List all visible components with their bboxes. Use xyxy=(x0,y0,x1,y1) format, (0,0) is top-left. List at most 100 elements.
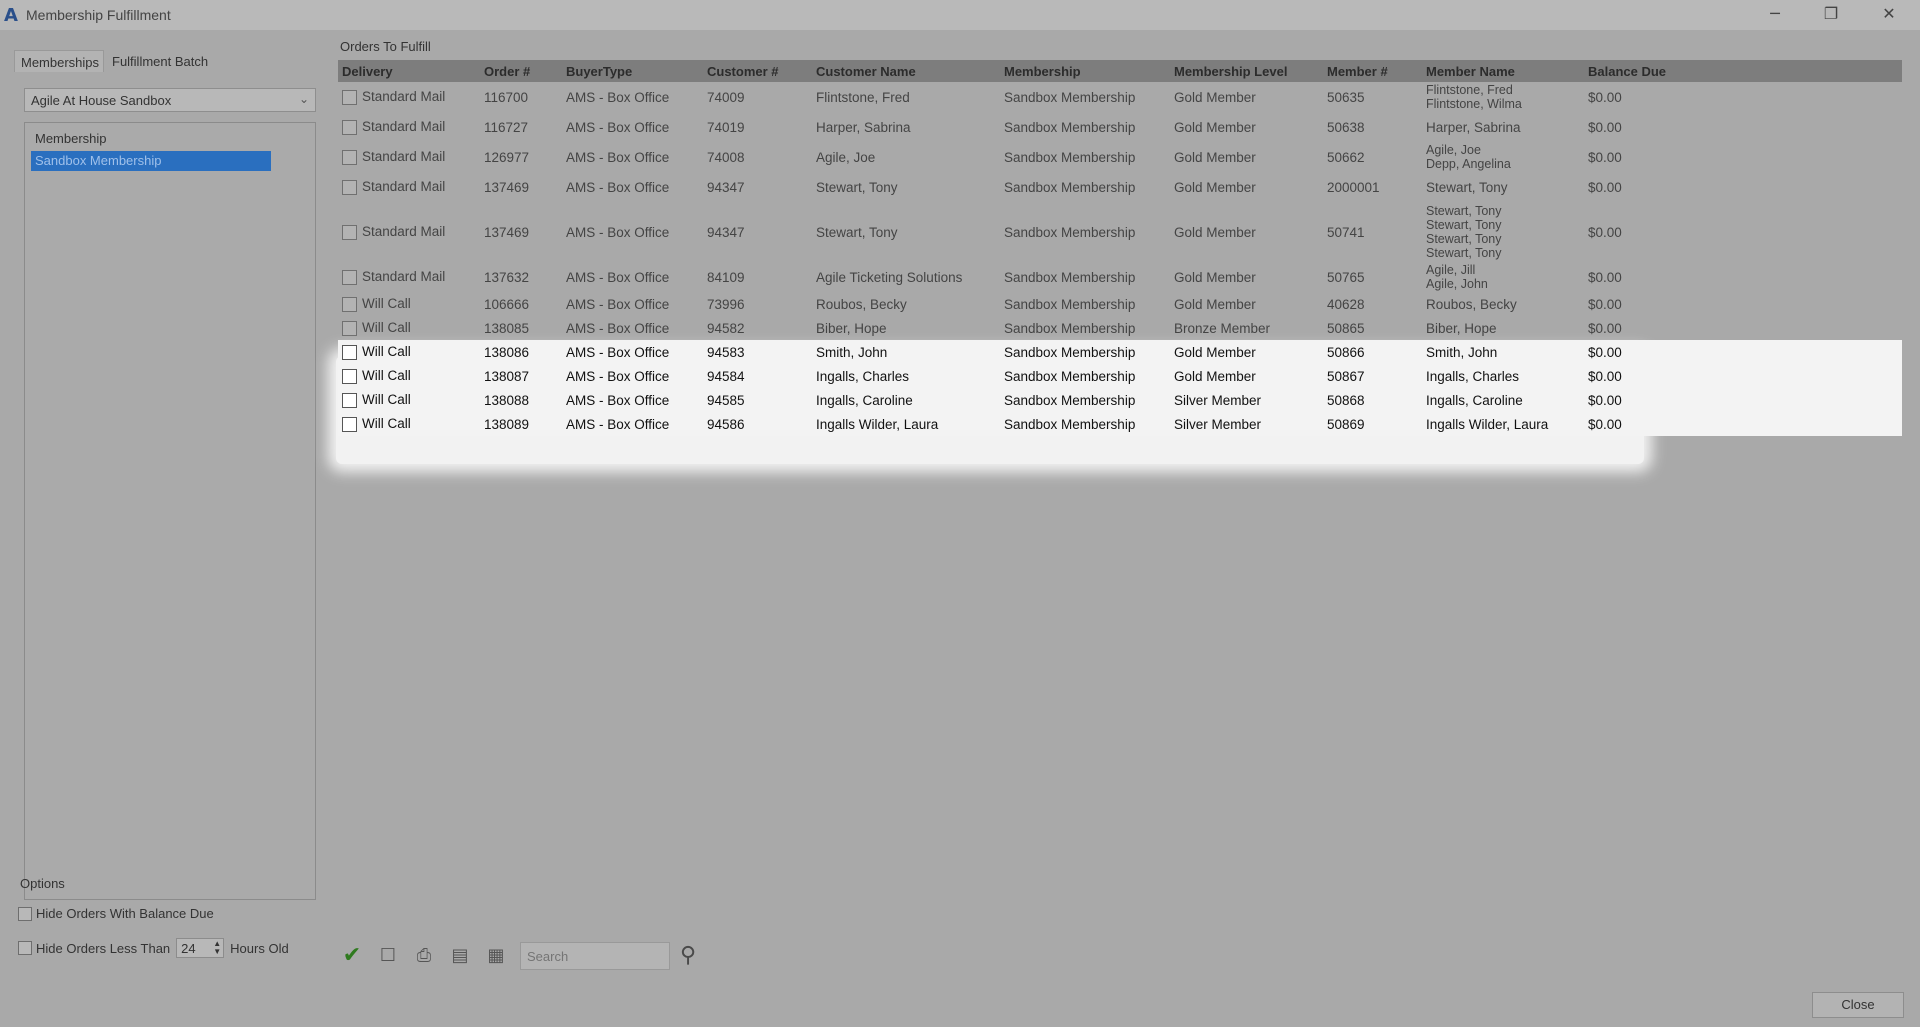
hide-balance-checkbox[interactable] xyxy=(18,906,32,921)
cell-member-number: 50869 xyxy=(1327,416,1365,432)
delivery-text: Will Call xyxy=(362,368,411,384)
cell-membership: Sandbox Membership xyxy=(1004,368,1136,384)
close-button[interactable]: Close xyxy=(1812,992,1904,1018)
table-row[interactable]: Standard Mail 137469 AMS - Box Office 94347… xyxy=(338,172,1902,202)
membership-list[interactable]: Membership Sandbox Membership xyxy=(24,122,316,900)
column-header-customer-name[interactable]: Customer Name xyxy=(812,64,1000,79)
table-row[interactable]: Will Call 138086 AMS - Box Office 94583 Smit… xyxy=(338,340,1902,364)
column-header-customer-number[interactable]: Customer # xyxy=(703,64,812,79)
cell-membership: Sandbox Membership xyxy=(1004,149,1136,165)
tab-fulfillment-batch[interactable]: Fulfillment Batch xyxy=(106,50,226,72)
delivery-text: Standard Mail xyxy=(362,149,446,165)
row-checkbox[interactable] xyxy=(342,368,357,384)
cell-member-number: 50662 xyxy=(1327,149,1365,165)
table-row[interactable]: Standard Mail 126977 AMS - Box Office 74008… xyxy=(338,142,1902,172)
cell-member-number: 50765 xyxy=(1327,269,1365,285)
delivery-text: Will Call xyxy=(362,392,411,408)
list-item-membership[interactable]: Membership xyxy=(31,129,271,149)
column-header-member-number[interactable]: Member # xyxy=(1323,64,1422,79)
cell-customer-name: Smith, John xyxy=(816,344,888,360)
window-title: Membership Fulfillment xyxy=(26,7,171,23)
hide-less-than-checkbox[interactable] xyxy=(18,941,32,955)
export-icon[interactable]: ▦ xyxy=(482,942,510,970)
cell-order-number: 138088 xyxy=(484,392,530,408)
cell-buyer-type: AMS - Box Office xyxy=(566,368,670,384)
row-checkbox[interactable] xyxy=(342,224,357,240)
row-checkbox[interactable] xyxy=(342,392,357,408)
table-row[interactable]: Will Call 138089 AMS - Box Office 94586 Inga… xyxy=(338,412,1902,436)
row-checkbox[interactable] xyxy=(342,344,357,360)
stepper-arrows-icon[interactable]: ▲ ▼ xyxy=(213,940,221,956)
row-checkbox[interactable] xyxy=(342,149,357,165)
table-row[interactable]: Standard Mail 137469 AMS - Box Office 94347… xyxy=(338,202,1902,262)
restore-button[interactable]: ❐ xyxy=(1816,4,1846,26)
cell-order-number: 137632 xyxy=(484,269,530,285)
search-input[interactable] xyxy=(520,942,670,970)
cell-membership-level: Silver Member xyxy=(1174,392,1262,408)
table-row[interactable]: Will Call 138085 AMS - Box Office 94582 Bibe… xyxy=(338,316,1902,340)
table-row[interactable]: Standard Mail 116700 AMS - Box Office 74009… xyxy=(338,82,1902,112)
column-header-membership-level[interactable]: Membership Level xyxy=(1170,64,1323,79)
cell-balance-due: $0.00 xyxy=(1588,320,1622,336)
search-icon[interactable]: ⚲ xyxy=(674,942,702,970)
hide-balance-label: Hide Orders With Balance Due xyxy=(36,906,214,921)
row-checkbox[interactable] xyxy=(342,119,357,135)
print-icon[interactable]: ⎙ xyxy=(410,942,438,970)
column-header-buyer-type[interactable]: BuyerType xyxy=(562,64,703,79)
orders-grid: Delivery Order # BuyerType Customer # Custom… xyxy=(338,60,1902,436)
delivery-text: Standard Mail xyxy=(362,89,446,105)
tab-memberships[interactable]: Memberships xyxy=(14,50,104,72)
column-header-order-number[interactable]: Order # xyxy=(480,64,562,79)
column-header-member-name[interactable]: Member Name xyxy=(1422,64,1584,79)
hide-less-than-option[interactable]: Hide Orders Less Than 24 ▲ ▼ Hours Old xyxy=(18,938,289,958)
table-row[interactable]: Standard Mail 137632 AMS - Box Office 84109… xyxy=(338,262,1902,292)
column-header-membership[interactable]: Membership xyxy=(1000,64,1170,79)
delivery-text: Standard Mail xyxy=(362,269,446,285)
column-header-balance-due[interactable]: Balance Due xyxy=(1584,64,1684,79)
cell-customer-name: Biber, Hope xyxy=(816,320,887,336)
column-header-delivery[interactable]: Delivery xyxy=(338,64,480,79)
cell-customer-name: Stewart, Tony xyxy=(816,179,898,195)
close-window-button[interactable]: ✕ xyxy=(1874,4,1904,26)
table-row[interactable]: Will Call 138087 AMS - Box Office 94584 Inga… xyxy=(338,364,1902,388)
cell-buyer-type: AMS - Box Office xyxy=(566,392,670,408)
cell-delivery: Will Call xyxy=(338,416,480,432)
grid-toolbar: ✔ ☐ ⎙ ▤ ▦ ⚲ xyxy=(338,938,710,974)
organization-select[interactable]: Agile At House Sandbox ⌄ xyxy=(24,88,316,112)
hours-old-label: Hours Old xyxy=(230,940,289,956)
cell-order-number: 137469 xyxy=(484,179,530,195)
row-checkbox[interactable] xyxy=(342,320,357,336)
cell-membership-level: Bronze Member xyxy=(1174,320,1271,336)
options-group: Options Hide Orders With Balance Due Hid… xyxy=(14,870,320,990)
cell-membership: Sandbox Membership xyxy=(1004,269,1136,285)
list-item-sandbox-membership[interactable]: Sandbox Membership xyxy=(31,151,271,171)
cell-membership: Sandbox Membership xyxy=(1004,179,1136,195)
row-checkbox[interactable] xyxy=(342,179,357,195)
cell-customer-name: Flintstone, Fred xyxy=(816,89,910,105)
row-checkbox[interactable] xyxy=(342,296,357,312)
select-icon[interactable]: ☐ xyxy=(374,942,402,970)
minimize-button[interactable]: ─ xyxy=(1760,4,1790,26)
cell-customer-number: 74008 xyxy=(707,149,745,165)
cell-order-number: 106666 xyxy=(484,296,530,312)
member-name-line: Depp, Angelina xyxy=(1426,157,1511,171)
preview-icon[interactable]: ▤ xyxy=(446,942,474,970)
cell-member-number: 50635 xyxy=(1327,89,1365,105)
delivery-text: Will Call xyxy=(362,416,411,432)
row-checkbox[interactable] xyxy=(342,269,357,285)
cell-membership: Sandbox Membership xyxy=(1004,416,1136,432)
row-checkbox[interactable] xyxy=(342,416,357,432)
table-row[interactable]: Will Call 138088 AMS - Box Office 94585 Inga… xyxy=(338,388,1902,412)
cell-order-number: 138086 xyxy=(484,344,530,360)
row-checkbox[interactable] xyxy=(342,89,357,105)
check-icon[interactable]: ✔ xyxy=(338,942,366,970)
cell-buyer-type: AMS - Box Office xyxy=(566,119,670,135)
cell-customer-number: 94586 xyxy=(707,416,745,432)
hours-stepper[interactable]: 24 ▲ ▼ xyxy=(176,938,225,958)
hide-balance-option[interactable]: Hide Orders With Balance Due xyxy=(18,906,214,921)
member-name-line: Stewart, Tony xyxy=(1426,204,1502,218)
cell-member-number: 50865 xyxy=(1327,320,1365,336)
table-row[interactable]: Will Call 106666 AMS - Box Office 73996 Roub… xyxy=(338,292,1902,316)
table-row[interactable]: Standard Mail 116727 AMS - Box Office 74019… xyxy=(338,112,1902,142)
cell-membership-level: Gold Member xyxy=(1174,149,1256,165)
